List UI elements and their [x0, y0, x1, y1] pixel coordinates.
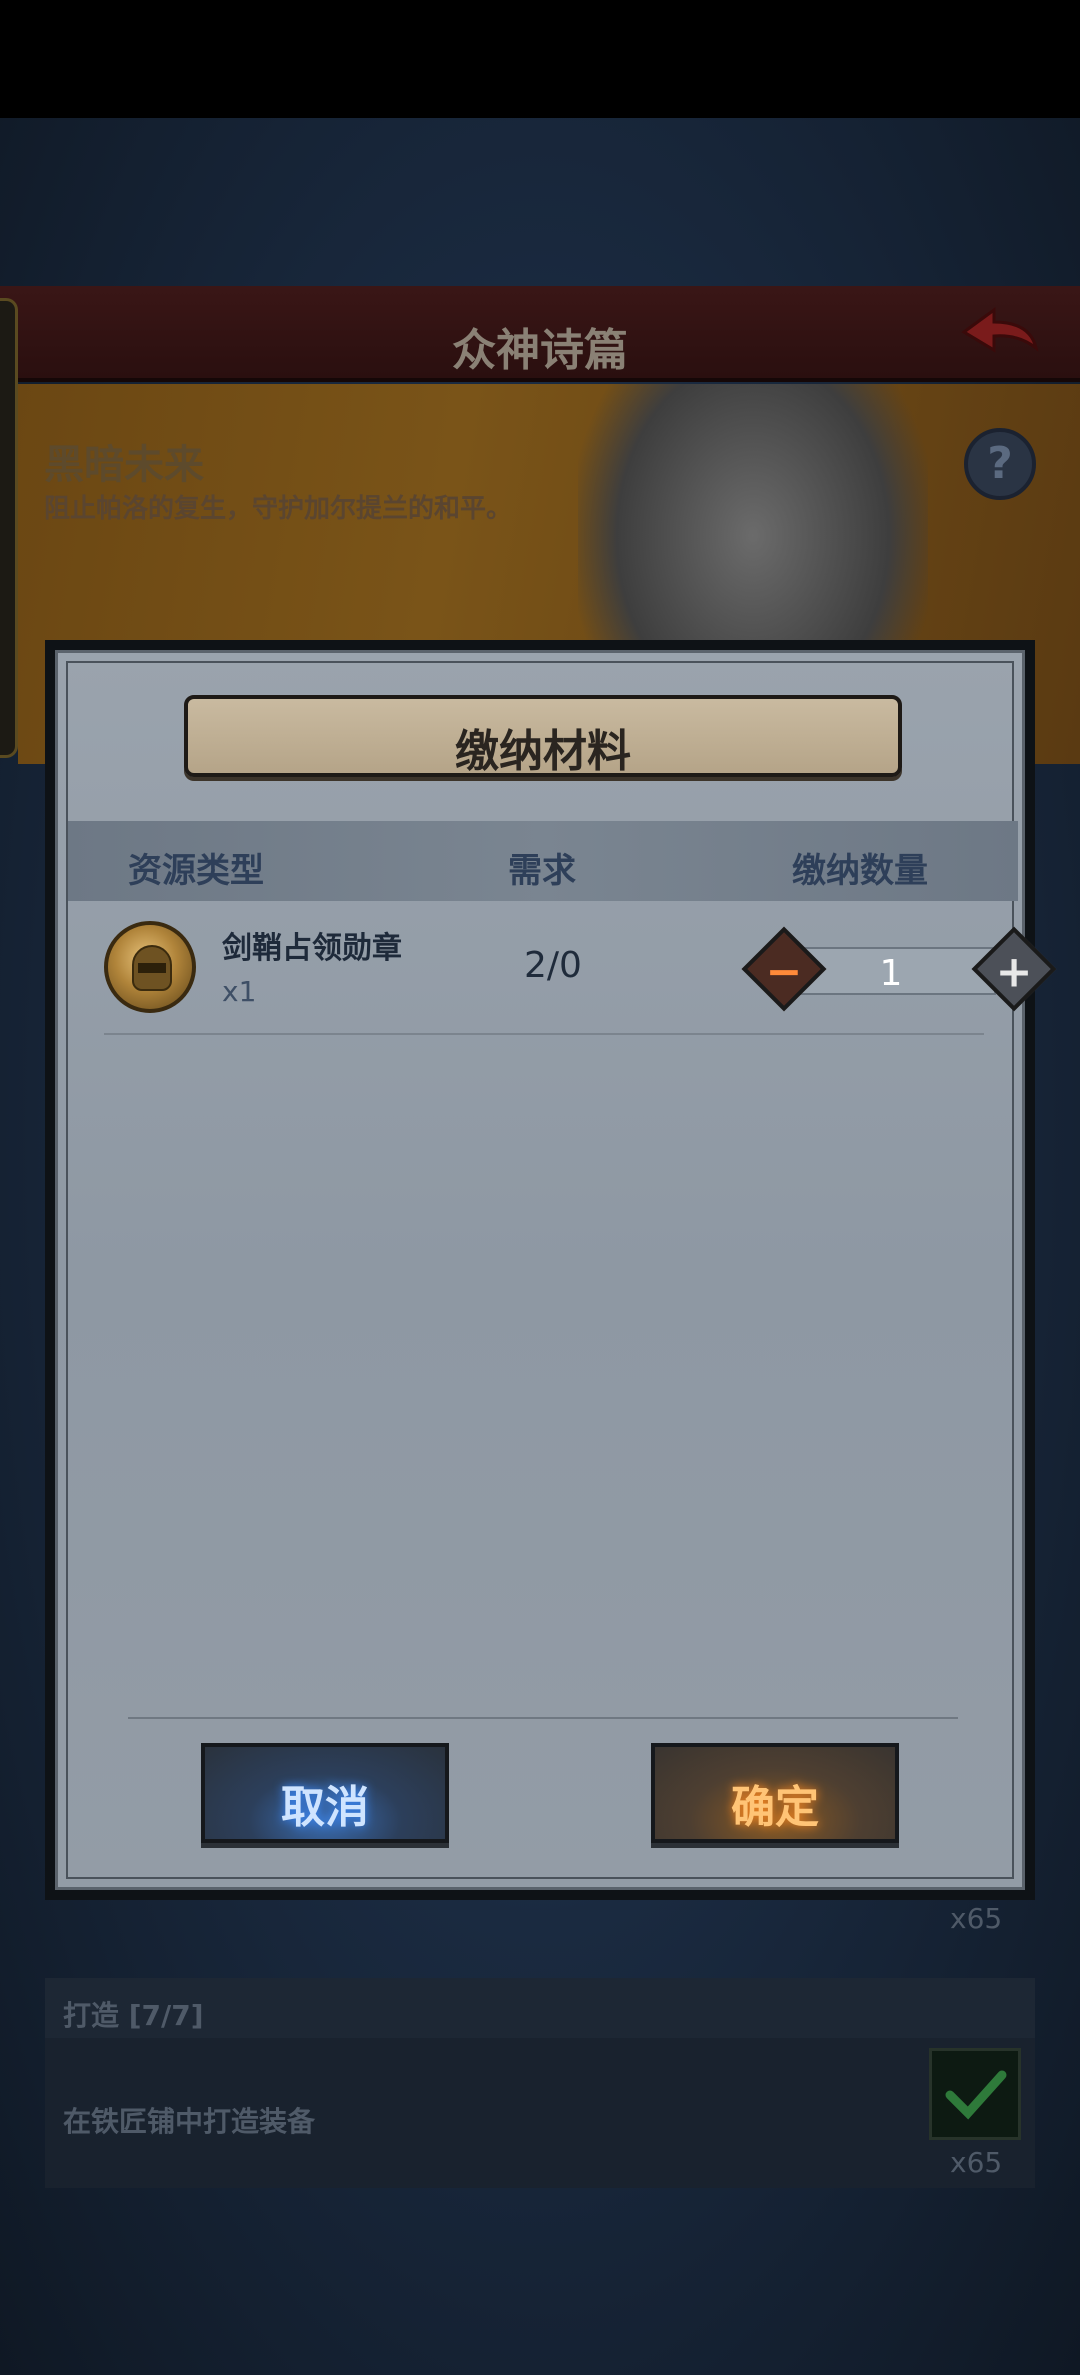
column-resource-type: 资源类型	[128, 851, 264, 891]
column-requirement: 需求	[508, 851, 576, 891]
knight-helmet-medal-icon	[104, 921, 196, 1013]
page-title: 众神诗篇	[452, 325, 628, 376]
banner-subtitle: 阻止帕洛的复生，守护加尔提兰的和平。	[44, 494, 513, 524]
dialog-body: 缴纳材料 资源类型 需求 缴纳数量 剑鞘占领勋章 x1 2/0 1 − + 取消…	[55, 650, 1057, 1890]
plus-icon: +	[995, 946, 1033, 998]
confirm-button[interactable]: 确定	[651, 1743, 899, 1843]
page-title-bar: 众神诗篇	[0, 286, 1080, 382]
game-screen: 众神诗篇 黑暗未来 阻止帕洛的复生，守护加尔提兰的和平。 ? x65 打造 [7…	[0, 118, 1080, 2375]
cancel-label: 取消	[281, 1782, 369, 1833]
footer-divider	[128, 1717, 958, 1719]
confirm-label: 确定	[731, 1782, 819, 1833]
column-submit-quantity: 缴纳数量	[792, 851, 928, 891]
dialog-title-plate: 缴纳材料	[184, 695, 902, 777]
submit-materials-dialog: 缴纳材料 资源类型 需求 缴纳数量 剑鞘占领勋章 x1 2/0 1 − + 取消…	[45, 640, 1057, 1900]
quantity-stepper: 1 − +	[741, 926, 1057, 1012]
task-reward-icon[interactable]	[929, 2048, 1021, 2140]
item-owned-count: x1	[222, 975, 257, 1008]
minus-icon: −	[765, 946, 803, 998]
task-title: 打造 [7/7]	[63, 1999, 204, 2032]
material-row: 剑鞘占领勋章 x1 2/0 1 − +	[104, 905, 1057, 1035]
item-name: 剑鞘占领勋章	[222, 931, 402, 966]
task-panel: 打造 [7/7] 在铁匠铺中打造装备 x65	[45, 1978, 1035, 2188]
task-header: 打造 [7/7]	[45, 1978, 1035, 2038]
item-requirement: 2/0	[524, 945, 582, 986]
column-header-bar: 资源类型 需求 缴纳数量	[68, 821, 1018, 901]
cancel-button[interactable]: 取消	[201, 1743, 449, 1843]
reward-count: x65	[950, 1902, 1003, 1935]
increase-button[interactable]: +	[971, 926, 1057, 1012]
back-arrow-icon[interactable]	[960, 304, 1040, 360]
checkmark-icon	[945, 2070, 1007, 2120]
decrease-button[interactable]: −	[741, 926, 827, 1012]
banner-title: 黑暗未来	[44, 442, 204, 488]
dialog-title: 缴纳材料	[455, 726, 631, 777]
task-reward-count: x65	[950, 2146, 1003, 2179]
task-description: 在铁匠铺中打造装备	[63, 2105, 316, 2138]
side-tab[interactable]	[0, 298, 18, 758]
help-icon[interactable]: ?	[964, 428, 1036, 500]
